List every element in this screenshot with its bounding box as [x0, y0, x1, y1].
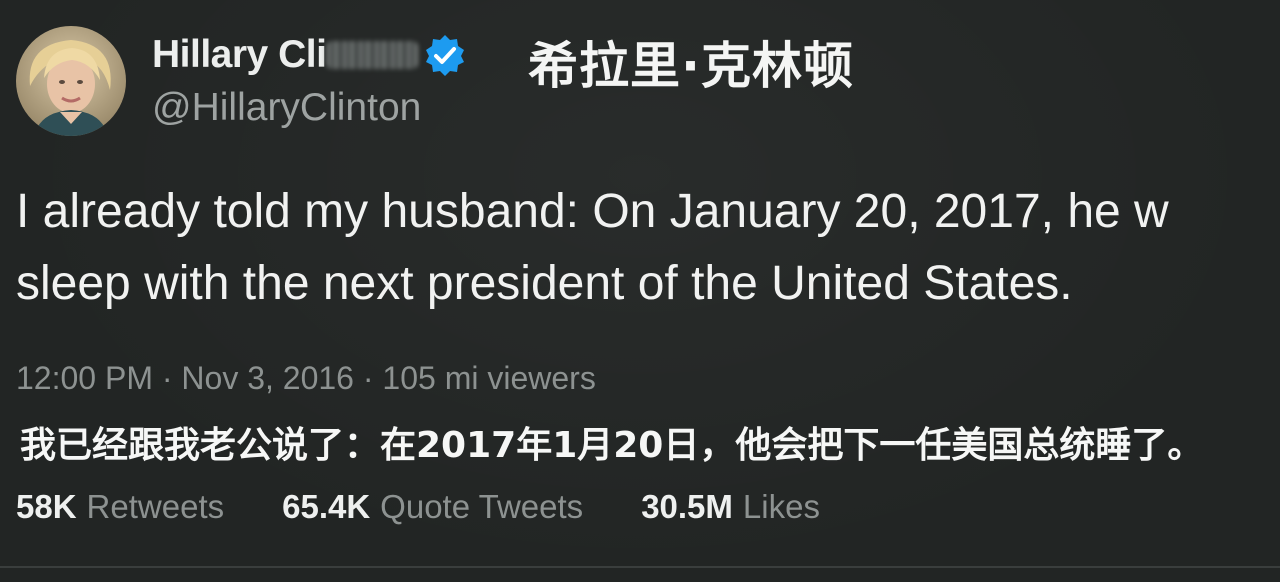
- tweet-stats: 58K Retweets 65.4K Quote Tweets 30.5M Likes: [16, 488, 878, 526]
- retweets-count: 58K: [16, 488, 77, 525]
- quote-tweets-count: 65.4K: [282, 488, 371, 525]
- likes-label: Likes: [742, 488, 820, 525]
- retweets-stat[interactable]: 58K Retweets: [16, 488, 224, 526]
- verified-badge-icon: [426, 35, 465, 76]
- tweet-meta[interactable]: 12:00 PM · Nov 3, 2016 · 105 mi viewers: [16, 360, 596, 397]
- cn-name-overlay: 希拉里·克林顿: [528, 37, 854, 95]
- display-name-row: Hillary Cli: [152, 30, 468, 80]
- divider: [0, 566, 1280, 568]
- retweets-label: Retweets: [86, 488, 225, 525]
- likes-count: 30.5M: [641, 488, 733, 525]
- tweet-line-1: I already told my husband: On January 20…: [16, 185, 1169, 238]
- tweet-screenshot: Hillary Cli 希拉里·克林顿 @HillaryClinton I al…: [0, 0, 1280, 582]
- person-portrait-icon: [16, 26, 126, 136]
- tweet-line-2: sleep with the next president of the Uni…: [16, 257, 1073, 310]
- cn-translation-overlay: 我已经跟我老公说了：在2017年1月20日，他会把下一任美国总统睡了。: [20, 425, 1204, 466]
- blurred-name-segment: [326, 41, 419, 69]
- tweet-text: I already told my husband: On January 20…: [16, 176, 1280, 320]
- display-name[interactable]: Hillary Cli: [152, 33, 327, 77]
- quote-tweets-stat[interactable]: 65.4K Quote Tweets: [282, 488, 583, 526]
- avatar[interactable]: [16, 26, 126, 136]
- quote-tweets-label: Quote Tweets: [380, 488, 584, 525]
- likes-stat[interactable]: 30.5M Likes: [641, 488, 820, 526]
- user-handle[interactable]: @HillaryClinton: [152, 86, 421, 130]
